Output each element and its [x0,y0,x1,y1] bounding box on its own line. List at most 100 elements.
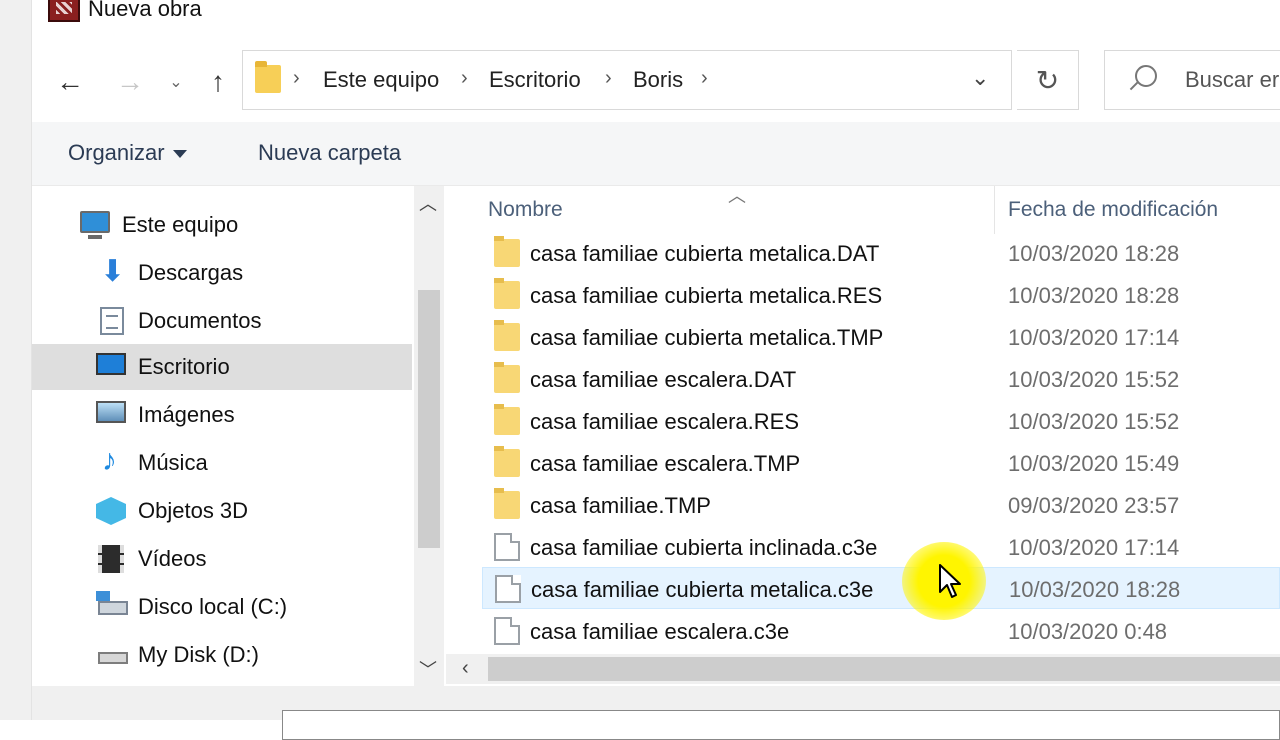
file-icon [494,617,520,645]
caret-down-icon [172,150,187,159]
sort-ascending-icon: ︿ [728,186,746,206]
file-name: casa familiae cubierta metalica.RES [530,283,883,308]
command-bar: Organizar Nueva carpeta [32,122,1280,186]
file-date: 10/03/2020 18:28 [1008,241,1180,266]
address-bar[interactable]: › Este equipo › Escritorio › Boris › ⌄ [242,50,1012,110]
folder-icon [255,61,281,93]
file-name: casa familiae escalera.DAT [530,367,797,392]
organize-button[interactable]: Organizar [68,140,187,166]
app-icon [48,0,80,22]
file-row[interactable]: casa familiae escalera.TMP 10/03/2020 15… [482,442,1280,484]
file-date: 10/03/2020 15:52 [1008,367,1180,392]
file-row[interactable]: casa familiae cubierta inclinada.c3e 10/… [482,526,1280,568]
file-row-hovered[interactable]: casa familiae cubierta metalica.c3e 10/0… [482,567,1280,609]
sidebar-item-label: Disco local (C:) [138,594,288,619]
window-title: Nueva obra [88,0,202,21]
address-dropdown-icon[interactable]: ⌄ [971,65,989,91]
cube-icon [96,497,126,525]
file-date: 10/03/2020 17:14 [1008,325,1180,350]
file-date: 10/03/2020 0:48 [1008,619,1168,644]
scrollbar-thumb[interactable] [488,657,1280,681]
search-box[interactable]: Buscar er [1104,50,1280,110]
file-row[interactable]: casa familiae escalera.c3e 10/03/2020 0:… [482,610,1280,652]
breadcrumb-separator-icon[interactable]: › [461,67,468,90]
sidebar-item-label: Música [138,450,208,475]
sidebar-item-label: Escritorio [138,354,230,379]
file-date: 10/03/2020 18:28 [1009,577,1181,602]
file-row[interactable]: casa familiae.TMP 09/03/2020 23:57 [482,484,1280,526]
folder-icon [494,320,520,351]
chevron-down-icon[interactable]: ⌄ [156,62,196,102]
file-name: casa familiae cubierta metalica.c3e [531,577,874,602]
breadcrumb-separator-icon[interactable]: › [605,67,612,90]
picture-icon [96,401,126,423]
file-name: casa familiae escalera.RES [530,409,800,434]
file-row[interactable]: casa familiae cubierta metalica.TMP 10/0… [482,316,1280,358]
file-name: casa familiae cubierta metalica.DAT [530,241,880,266]
sidebar-item-label: Documentos [138,308,262,333]
column-header-date[interactable]: Fecha de modificación [1008,198,1218,222]
computer-icon [80,211,110,239]
file-name: casa familiae escalera.TMP [530,451,801,476]
sidebar-item-my-disk-d[interactable]: My Disk (D:) [32,632,412,678]
sidebar-item-documentos[interactable]: Documentos [32,298,412,344]
sidebar-item-este-equipo[interactable]: Este equipo [32,202,412,248]
navigation-pane: Este equipo ⬇ Descargas Documentos Escri… [32,186,414,686]
back-arrow-icon[interactable]: ← [50,62,90,102]
file-row[interactable]: casa familiae escalera.RES 10/03/2020 15… [482,400,1280,442]
scrollbar-thumb[interactable] [418,290,440,548]
file-list-horizontal-scrollbar[interactable]: ‹ [446,654,1280,684]
scroll-up-icon[interactable]: ︿ [419,190,437,216]
search-placeholder: Buscar er [1185,67,1280,92]
sidebar-item-label: Descargas [138,260,244,285]
drive-icon [96,591,128,615]
video-icon [98,545,124,573]
breadcrumb-separator-icon[interactable]: › [701,67,708,90]
file-list: ︿ Nombre Fecha de modificación casa fami… [446,186,1280,656]
music-icon: ♪ [102,444,117,477]
forward-arrow-icon[interactable]: → [110,62,150,102]
scroll-left-icon[interactable]: ‹ [462,657,469,680]
sidebar-item-imagenes[interactable]: Imágenes [32,392,412,438]
file-name-input[interactable] [282,710,1280,740]
file-date: 10/03/2020 15:49 [1008,451,1180,476]
sidebar-item-escritorio[interactable]: Escritorio [32,344,412,390]
folder-icon [494,362,520,393]
file-row[interactable]: casa familiae escalera.DAT 10/03/2020 15… [482,358,1280,400]
file-date: 09/03/2020 23:57 [1008,493,1180,518]
organize-label: Organizar [68,140,165,165]
sidebar-item-videos[interactable]: Vídeos [32,536,412,582]
folder-icon [494,278,520,309]
file-icon [495,575,521,603]
sidebar-item-musica[interactable]: ♪ Música [32,440,412,486]
file-row[interactable]: casa familiae cubierta metalica.DAT 10/0… [482,232,1280,274]
sidebar-item-disco-local-c[interactable]: Disco local (C:) [32,584,412,630]
breadcrumb-separator-icon[interactable]: › [293,67,300,90]
file-icon [494,533,520,561]
file-name-area [32,686,1280,740]
search-icon [1135,65,1157,87]
drive-icon [98,652,128,664]
sidebar-scrollbar[interactable]: ︿ ﹀ [414,186,444,686]
folder-icon [494,404,520,435]
file-name: casa familiae cubierta metalica.TMP [530,325,884,350]
sidebar-item-objetos-3d[interactable]: Objetos 3D [32,488,412,534]
breadcrumb-escritorio[interactable]: Escritorio [489,67,581,93]
column-header-name[interactable]: Nombre [488,198,563,222]
scroll-down-icon[interactable]: ﹀ [419,656,437,682]
folder-icon [494,488,520,519]
document-icon [100,307,124,335]
column-divider[interactable] [994,186,995,234]
breadcrumb-este-equipo[interactable]: Este equipo [323,67,439,93]
breadcrumb-boris[interactable]: Boris [633,67,683,93]
sidebar-item-label: Vídeos [138,546,207,571]
new-folder-button[interactable]: Nueva carpeta [258,140,401,166]
file-name: casa familiae.TMP [530,493,711,518]
navigation-bar: ← → ⌄ ↑ › Este equipo › Escritorio › Bor… [32,40,1280,120]
refresh-icon[interactable]: ↻ [1017,50,1079,110]
download-icon: ⬇ [100,255,126,288]
file-row[interactable]: casa familiae cubierta metalica.RES 10/0… [482,274,1280,316]
file-date: 10/03/2020 17:14 [1008,535,1180,560]
up-arrow-icon[interactable]: ↑ [198,62,238,102]
sidebar-item-descargas[interactable]: ⬇ Descargas [32,250,412,296]
